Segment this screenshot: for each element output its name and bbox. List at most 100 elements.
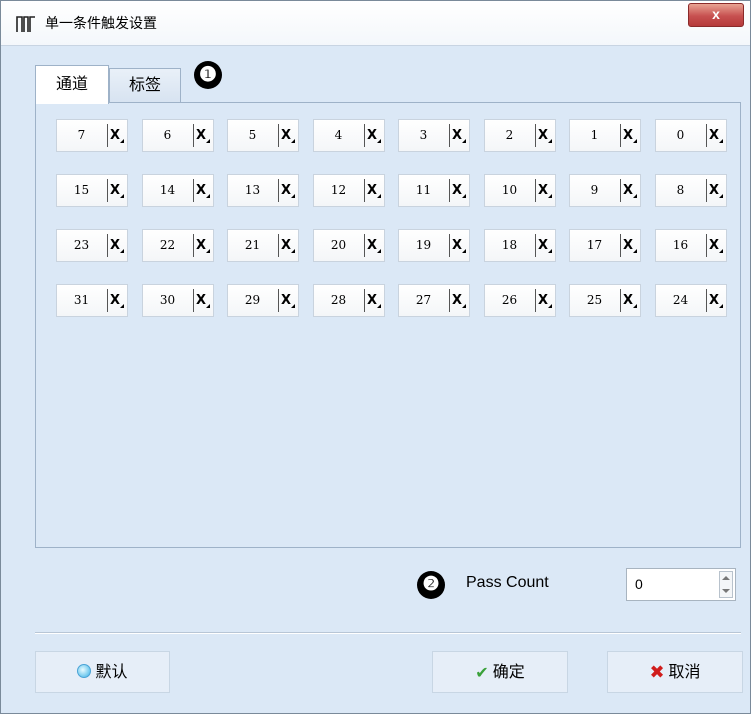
cancel-button[interactable]: ✖ 取消 <box>607 651 743 693</box>
channel-cell-22[interactable]: 22 X <box>142 229 214 262</box>
channel-cell-4[interactable]: 4X <box>313 119 385 152</box>
spin-down-icon[interactable] <box>722 589 730 593</box>
channel-cell-11[interactable]: 11 X <box>398 174 470 207</box>
channel-condition-dropdown[interactable]: X <box>623 230 640 261</box>
channel-condition-dropdown[interactable]: X <box>709 175 726 206</box>
channel-cell-23[interactable]: 23 X <box>56 229 128 262</box>
channel-cell-1[interactable]: 1X <box>569 119 641 152</box>
channel-divider <box>193 234 194 257</box>
channel-cell-24[interactable]: 24 X <box>655 284 727 317</box>
channel-condition-dropdown[interactable]: X <box>452 285 469 316</box>
channel-cell-15[interactable]: 15 X <box>56 174 128 207</box>
channel-condition-dropdown[interactable]: X <box>538 285 555 316</box>
channel-condition-dropdown[interactable]: X <box>196 230 213 261</box>
channel-cell-14[interactable]: 14 X <box>142 174 214 207</box>
channel-divider <box>107 124 108 147</box>
channel-condition-dropdown[interactable]: X <box>281 230 298 261</box>
divider <box>35 632 741 634</box>
channel-cell-28[interactable]: 28 X <box>313 284 385 317</box>
channel-cell-26[interactable]: 26 X <box>484 284 556 317</box>
channel-cell-20[interactable]: 20 X <box>313 229 385 262</box>
channel-cell-30[interactable]: 30 X <box>142 284 214 317</box>
channel-condition-dropdown[interactable]: X <box>196 120 213 151</box>
channel-divider <box>706 234 707 257</box>
channel-number: 14 <box>159 183 176 197</box>
channel-divider <box>706 124 707 147</box>
channel-number: 7 <box>77 128 86 142</box>
channel-condition-dropdown[interactable]: X <box>196 285 213 316</box>
channel-condition-dropdown[interactable]: X <box>110 175 127 206</box>
channel-cell-10[interactable]: 10 X <box>484 174 556 207</box>
channel-divider <box>620 124 621 147</box>
channel-cell-0[interactable]: 0X <box>655 119 727 152</box>
channel-condition-dropdown[interactable]: X <box>281 120 298 151</box>
channel-number: 10 <box>501 183 518 197</box>
callout-marker-2: ❷ <box>417 571 445 599</box>
channel-condition-dropdown[interactable]: X <box>110 230 127 261</box>
ok-button[interactable]: ✔ 确定 <box>432 651 568 693</box>
channel-number: 4 <box>334 128 343 142</box>
channel-condition-dropdown[interactable]: X <box>367 175 384 206</box>
channel-cell-29[interactable]: 29 X <box>227 284 299 317</box>
channel-condition-dropdown[interactable]: X <box>367 120 384 151</box>
channel-number: 22 <box>159 238 176 252</box>
channel-number: 27 <box>415 293 432 307</box>
channel-divider <box>193 179 194 202</box>
channel-condition-dropdown[interactable]: X <box>110 120 127 151</box>
spin-up-icon[interactable] <box>722 576 730 580</box>
channel-cell-3[interactable]: 3X <box>398 119 470 152</box>
channel-divider <box>364 234 365 257</box>
tab-labels[interactable]: 标签 <box>109 68 181 103</box>
channel-cell-18[interactable]: 18 X <box>484 229 556 262</box>
channel-cell-9[interactable]: 9X <box>569 174 641 207</box>
channel-condition-dropdown[interactable]: X <box>538 120 555 151</box>
channel-condition-dropdown[interactable]: X <box>367 285 384 316</box>
channel-number: 24 <box>672 293 689 307</box>
channel-condition-dropdown[interactable]: X <box>367 230 384 261</box>
tab-channels[interactable]: 通道 <box>35 65 109 104</box>
channel-cell-12[interactable]: 12 X <box>313 174 385 207</box>
channel-cell-5[interactable]: 5X <box>227 119 299 152</box>
channel-cell-6[interactable]: 6X <box>142 119 214 152</box>
channel-divider <box>107 234 108 257</box>
channel-condition-dropdown[interactable]: X <box>452 120 469 151</box>
channel-number: 15 <box>73 183 90 197</box>
default-button-label: 默认 <box>95 662 128 681</box>
close-button[interactable]: x <box>688 3 744 27</box>
channel-condition-dropdown[interactable]: X <box>196 175 213 206</box>
channel-condition-dropdown[interactable]: X <box>709 230 726 261</box>
channel-condition-dropdown[interactable]: X <box>110 285 127 316</box>
channel-condition-dropdown[interactable]: X <box>623 175 640 206</box>
channel-cell-13[interactable]: 13 X <box>227 174 299 207</box>
channel-cell-27[interactable]: 27 X <box>398 284 470 317</box>
channel-condition-dropdown[interactable]: X <box>452 230 469 261</box>
channel-condition-dropdown[interactable]: X <box>281 285 298 316</box>
channel-condition-dropdown[interactable]: X <box>623 285 640 316</box>
channel-condition-dropdown[interactable]: X <box>623 120 640 151</box>
title-bar: 单一条件触发设置 x <box>1 1 750 46</box>
channel-cell-31[interactable]: 31 X <box>56 284 128 317</box>
channel-cell-16[interactable]: 16 X <box>655 229 727 262</box>
channel-cell-17[interactable]: 17 X <box>569 229 641 262</box>
spin-arrows[interactable] <box>719 571 733 598</box>
channel-condition-dropdown[interactable]: X <box>538 230 555 261</box>
channel-condition-dropdown[interactable]: X <box>452 175 469 206</box>
channel-cell-19[interactable]: 19 X <box>398 229 470 262</box>
channel-condition-dropdown[interactable]: X <box>538 175 555 206</box>
pass-count-spinbox[interactable]: 0 <box>626 568 736 601</box>
channel-cell-7[interactable]: 7X <box>56 119 128 152</box>
channel-cell-25[interactable]: 25 X <box>569 284 641 317</box>
channel-number: 13 <box>244 183 261 197</box>
default-button[interactable]: 默认 <box>35 651 170 693</box>
channel-divider <box>278 124 279 147</box>
channel-cell-21[interactable]: 21 X <box>227 229 299 262</box>
channel-condition-dropdown[interactable]: X <box>281 175 298 206</box>
channel-condition-dropdown[interactable]: X <box>709 285 726 316</box>
channel-cell-2[interactable]: 2X <box>484 119 556 152</box>
channel-cell-8[interactable]: 8X <box>655 174 727 207</box>
channel-number: 9 <box>590 183 599 197</box>
pass-count-value[interactable]: 0 <box>635 576 643 592</box>
channel-divider <box>107 179 108 202</box>
channel-divider <box>535 234 536 257</box>
channel-condition-dropdown[interactable]: X <box>709 120 726 151</box>
